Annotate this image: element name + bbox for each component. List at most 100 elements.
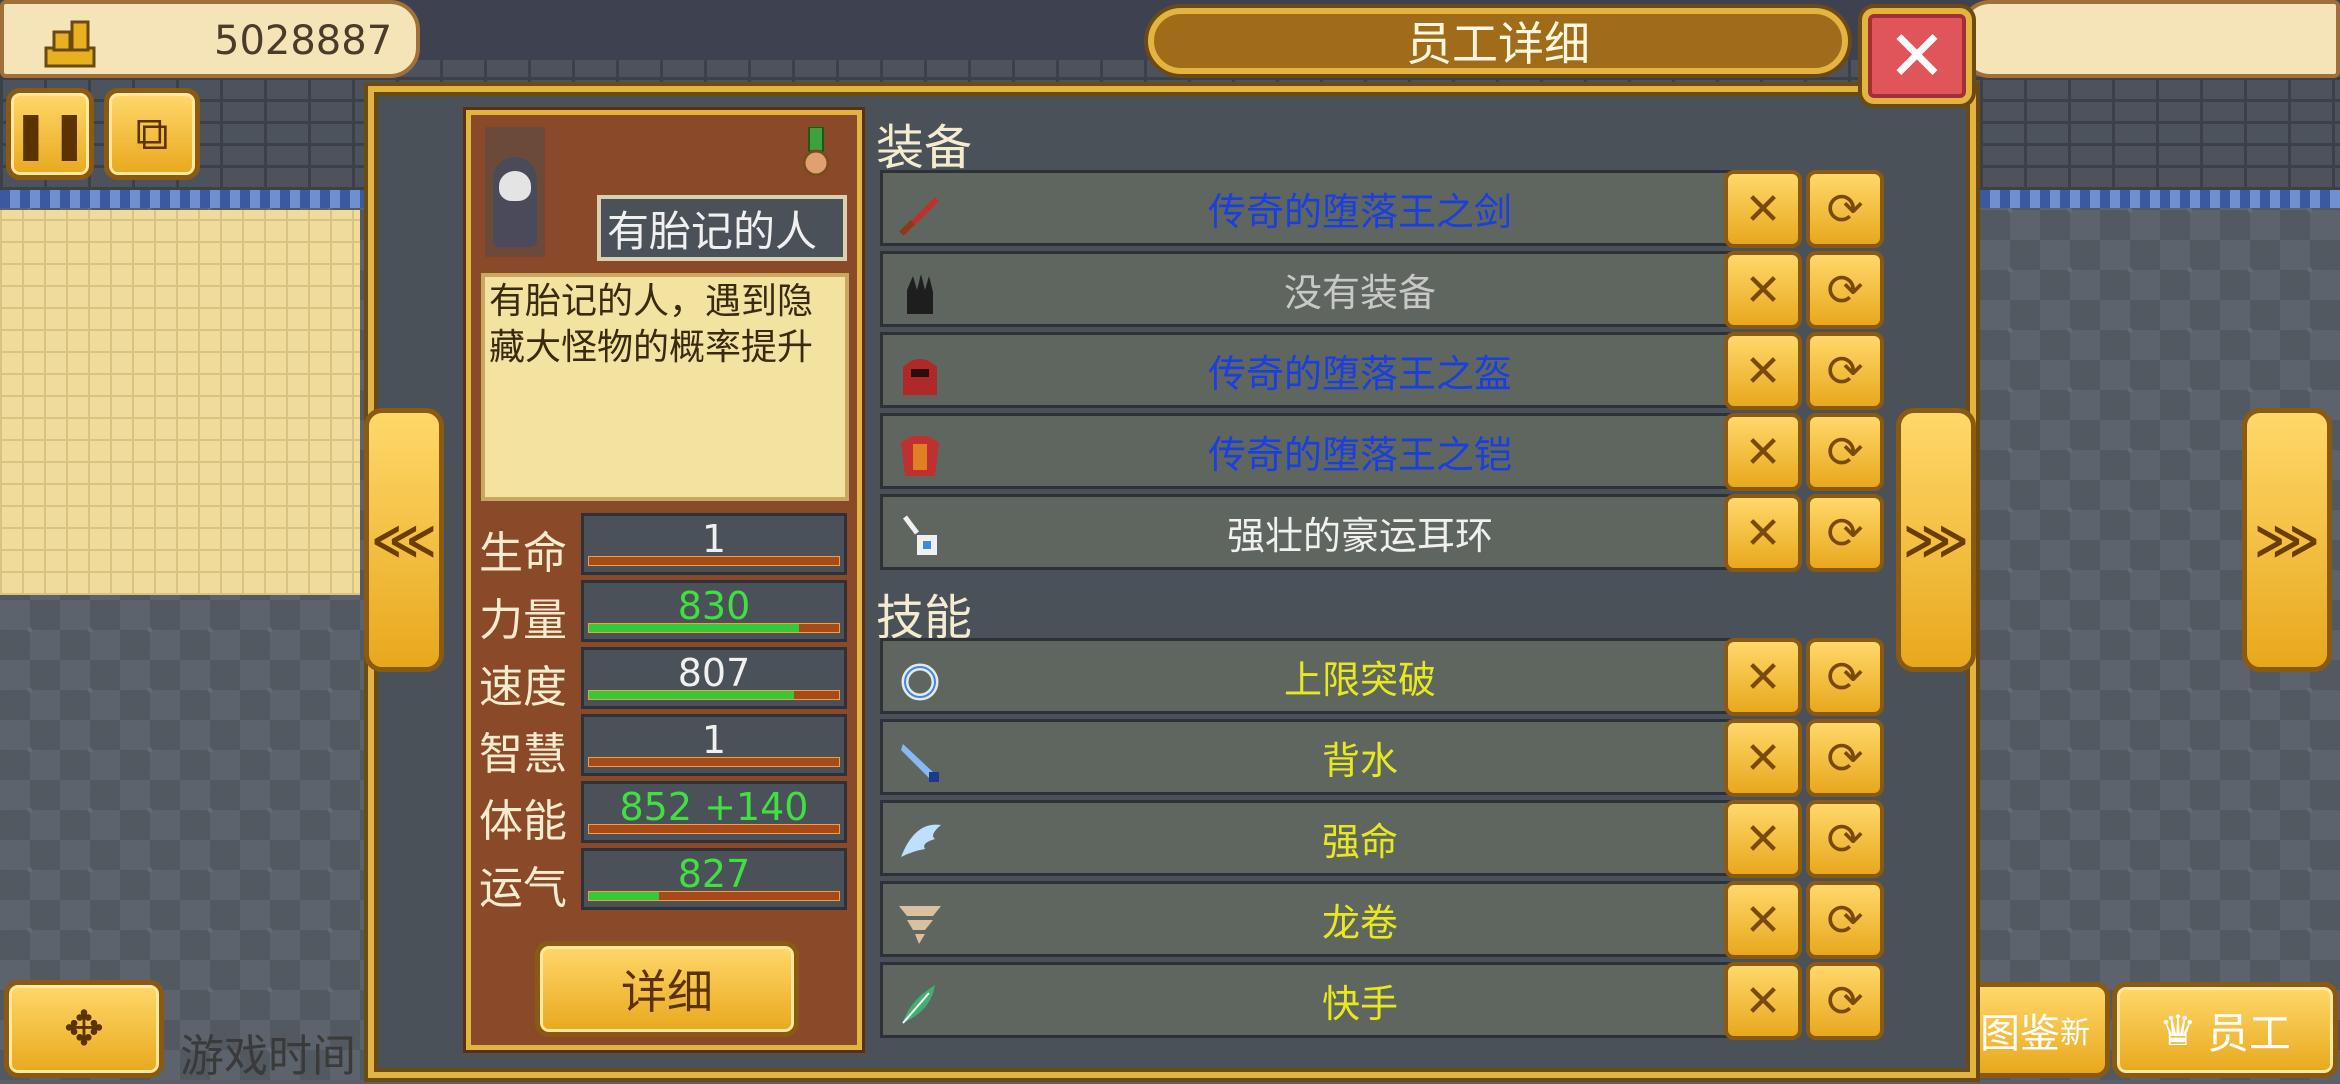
illustrated-tab[interactable]: 图鉴 新 [1960, 982, 2110, 1078]
stat-value-box: 852 +140 [581, 781, 847, 843]
swap-equipment-button[interactable]: ⟳ [1806, 413, 1884, 491]
equipment-name: 传奇的堕落王之剑 [1207, 189, 1512, 234]
swap-skill-button[interactable]: ⟳ [1806, 638, 1884, 716]
stat-bar-fill [589, 691, 794, 699]
swap-skill-button[interactable]: ⟳ [1806, 881, 1884, 959]
swap-equipment-button[interactable]: ⟳ [1806, 170, 1884, 248]
tornado-icon [899, 906, 941, 944]
x-icon: ✕ [1744, 732, 1782, 784]
skill-name: 上限突破 [1283, 657, 1436, 702]
swap-icon: ⟳ [1826, 345, 1864, 397]
outer-next-button[interactable]: ⋙ [2242, 408, 2332, 672]
character-portrait [485, 127, 545, 257]
stat-label: 体能 [479, 796, 567, 847]
armor-icon [901, 436, 939, 476]
move-button[interactable]: ✥ [4, 980, 164, 1078]
swap-icon: ⟳ [1826, 426, 1864, 478]
swap-equipment-button[interactable]: ⟳ [1806, 251, 1884, 329]
close-button[interactable]: ✕ [1862, 8, 1972, 104]
coin-stack-icon [44, 20, 96, 68]
swap-icon: ⟳ [1826, 651, 1864, 703]
swap-equipment-button[interactable]: ⟳ [1806, 332, 1884, 410]
glove-icon [907, 274, 933, 314]
skill-row[interactable]: 上限突破 ✕ ⟳ [880, 638, 1890, 716]
remove-equipment-button[interactable]: ✕ [1724, 170, 1802, 248]
swap-icon: ⟳ [1826, 183, 1864, 235]
stat-bar [588, 556, 840, 566]
equipment-name: 传奇的堕落王之盔 [1207, 351, 1512, 396]
swap-skill-button[interactable]: ⟳ [1806, 800, 1884, 878]
coin-bar: 5028887 [0, 0, 420, 78]
remove-skill-button[interactable]: ✕ [1724, 962, 1802, 1040]
illustrated-tab-label: 图鉴 [1980, 1011, 2060, 1057]
stat-bar [588, 623, 840, 633]
stat-bar-fill [589, 624, 799, 632]
equipment-row[interactable]: 没有装备 ✕ ⟳ [880, 251, 1890, 329]
detail-button-label: 详细 [621, 965, 713, 1019]
equipment-slot[interactable]: 传奇的堕落王之铠 [880, 413, 1770, 489]
pause-icon: ❚❚ [11, 107, 89, 161]
character-name: 有胎记的人 [597, 195, 847, 261]
stat-value-box: 807 [581, 647, 847, 709]
skill-slot[interactable]: 快手 [880, 962, 1770, 1038]
equipment-name: 传奇的堕落王之铠 [1207, 432, 1512, 477]
skill-slot[interactable]: 强命 [880, 800, 1770, 876]
skill-name: 强命 [1321, 819, 1398, 864]
stat-label: 生命 [479, 528, 567, 579]
skill-name: 龙卷 [1321, 900, 1398, 945]
equipment-row[interactable]: 传奇的堕落王之盔 ✕ ⟳ [880, 332, 1890, 410]
x-icon: ✕ [1744, 975, 1782, 1027]
remove-skill-button[interactable]: ✕ [1724, 638, 1802, 716]
earring-icon [903, 515, 937, 555]
detail-button[interactable]: 详细 [535, 941, 799, 1037]
close-icon: ✕ [1887, 15, 1947, 97]
skill-slot[interactable]: 龙卷 [880, 881, 1770, 957]
pause-button[interactable]: ❚❚ [6, 88, 94, 180]
x-icon: ✕ [1744, 426, 1782, 478]
skill-slot[interactable]: 上限突破 [880, 638, 1770, 714]
remove-equipment-button[interactable]: ✕ [1724, 494, 1802, 572]
game-time-label: 游戏时间 [180, 1031, 356, 1082]
skill-row[interactable]: 背水 ✕ ⟳ [880, 719, 1890, 797]
double-right-arrow-icon: ⋙ [1903, 513, 1969, 567]
equipment-slot[interactable]: 传奇的堕落王之剑 [880, 170, 1770, 246]
remove-equipment-button[interactable]: ✕ [1724, 413, 1802, 491]
next-employee-button[interactable]: ⋙ [1896, 408, 1976, 672]
employee-tab[interactable]: ♛ 员工 [2112, 982, 2338, 1078]
stat-value-box: 1 [581, 714, 847, 776]
top-right-bar [1960, 0, 2340, 78]
swap-skill-button[interactable]: ⟳ [1806, 962, 1884, 1040]
ring-icon [901, 663, 939, 701]
skill-name: 快手 [1321, 981, 1398, 1026]
equipment-slot[interactable]: 传奇的堕落王之盔 [880, 332, 1770, 408]
sword-icon [899, 197, 939, 236]
equipment-row[interactable]: 传奇的堕落王之剑 ✕ ⟳ [880, 170, 1890, 248]
wing-icon [901, 824, 941, 857]
x-icon: ✕ [1744, 651, 1782, 703]
previous-employee-button[interactable]: ⋘ [364, 408, 444, 672]
remove-skill-button[interactable]: ✕ [1724, 719, 1802, 797]
skill-row[interactable]: 强命 ✕ ⟳ [880, 800, 1890, 878]
character-description: 有胎记的人，遇到隐藏大怪物的概率提升 [481, 273, 849, 501]
swap-icon: ⟳ [1826, 732, 1864, 784]
equipment-slot[interactable]: 强壮的豪运耳环 [880, 494, 1770, 570]
double-left-arrow-icon: ⋘ [371, 513, 437, 567]
speed-button[interactable]: ⧉ [104, 88, 200, 180]
stat-value-box: 827 [581, 848, 847, 910]
skill-row[interactable]: 快手 ✕ ⟳ [880, 962, 1890, 1040]
remove-equipment-button[interactable]: ✕ [1724, 251, 1802, 329]
x-icon: ✕ [1744, 894, 1782, 946]
x-icon: ✕ [1744, 264, 1782, 316]
remove-skill-button[interactable]: ✕ [1724, 800, 1802, 878]
remove-skill-button[interactable]: ✕ [1724, 881, 1802, 959]
swap-skill-button[interactable]: ⟳ [1806, 719, 1884, 797]
equipment-row[interactable]: 传奇的堕落王之铠 ✕ ⟳ [880, 413, 1890, 491]
swap-icon: ⟳ [1826, 813, 1864, 865]
skill-slot[interactable]: 背水 [880, 719, 1770, 795]
skill-row[interactable]: 龙卷 ✕ ⟳ [880, 881, 1890, 959]
swap-equipment-button[interactable]: ⟳ [1806, 494, 1884, 572]
remove-equipment-button[interactable]: ✕ [1724, 332, 1802, 410]
equipment-row[interactable]: 强壮的豪运耳环 ✕ ⟳ [880, 494, 1890, 572]
stat-value-box: 1 [581, 513, 847, 575]
equipment-slot[interactable]: 没有装备 [880, 251, 1770, 327]
